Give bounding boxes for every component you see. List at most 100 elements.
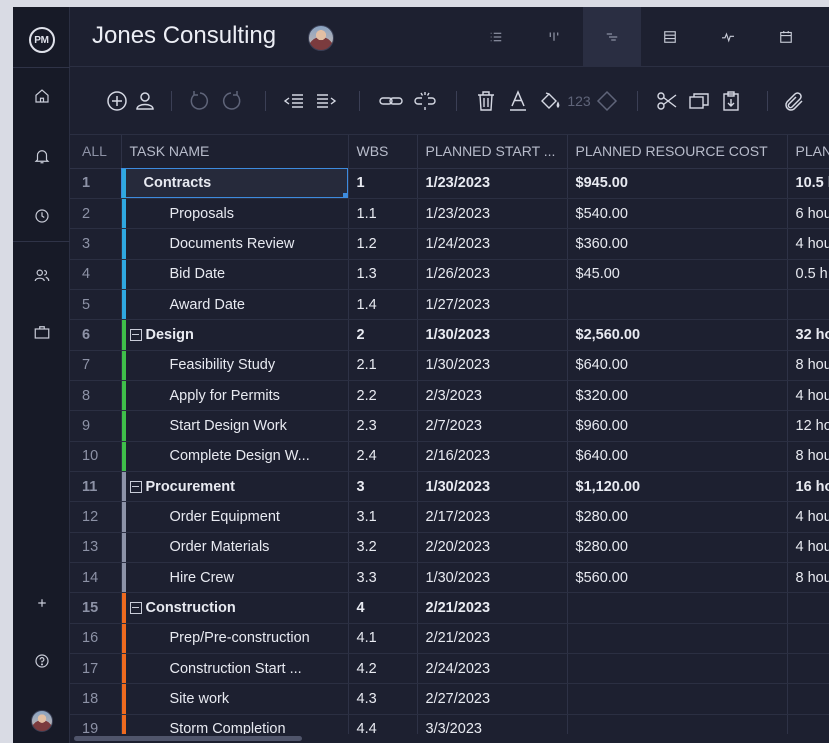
- row-number-cell[interactable]: 7: [70, 350, 122, 381]
- tab-calendar-view[interactable]: [757, 7, 815, 67]
- delete-button[interactable]: [473, 89, 499, 113]
- task-name-cell[interactable]: Order Equipment: [121, 501, 349, 533]
- planned-cost-cell[interactable]: $1,120.00: [567, 471, 788, 503]
- wbs-cell[interactable]: 3.3: [348, 562, 418, 594]
- row-number-cell[interactable]: 15: [70, 592, 122, 624]
- planned-start-cell[interactable]: 2/3/2023: [417, 380, 568, 412]
- planned-cost-cell[interactable]: $640.00: [567, 441, 788, 472]
- unlink-button[interactable]: [410, 89, 440, 113]
- row-number-cell[interactable]: 1: [70, 168, 122, 199]
- task-name-cell[interactable]: Award Date: [121, 289, 349, 321]
- tab-list-view[interactable]: [467, 7, 525, 67]
- planned-hours-cell[interactable]: 12 ho: [787, 410, 829, 442]
- table-row[interactable]: 3 Documents Review 1.2 1/24/2023 $360.00 4 ho…: [70, 228, 829, 260]
- row-number-cell[interactable]: 12: [70, 501, 122, 533]
- planned-start-cell[interactable]: 1/27/2023: [417, 289, 568, 321]
- row-number-cell[interactable]: 10: [70, 441, 122, 472]
- planned-start-cell[interactable]: 1/30/2023: [417, 471, 568, 503]
- planned-cost-cell[interactable]: $945.00: [567, 168, 788, 199]
- planned-start-cell[interactable]: 2/17/2023: [417, 501, 568, 533]
- planned-cost-cell[interactable]: $560.00: [567, 562, 788, 594]
- row-number-cell[interactable]: 6: [70, 319, 122, 351]
- planned-hours-cell[interactable]: 4 hou: [787, 380, 829, 412]
- planned-cost-cell[interactable]: [567, 683, 788, 715]
- task-name-cell[interactable]: Procurement: [121, 471, 349, 503]
- planned-start-cell[interactable]: 1/30/2023: [417, 562, 568, 594]
- planned-start-cell[interactable]: 2/16/2023: [417, 441, 568, 472]
- planned-hours-cell[interactable]: [787, 683, 829, 715]
- page-title[interactable]: Jones Consulting: [92, 22, 276, 50]
- wbs-cell[interactable]: 4.1: [348, 623, 418, 655]
- row-number-cell[interactable]: 16: [70, 623, 122, 655]
- planned-start-cell[interactable]: 1/23/2023: [417, 198, 568, 230]
- wbs-cell[interactable]: 2.1: [348, 350, 418, 381]
- row-number-cell[interactable]: 17: [70, 653, 122, 685]
- planned-cost-cell[interactable]: $280.00: [567, 532, 788, 563]
- row-number-cell[interactable]: 3: [70, 228, 122, 260]
- wbs-cell[interactable]: 1.1: [348, 198, 418, 230]
- planned-hours-cell[interactable]: 8 hou: [787, 350, 829, 381]
- row-number-cell[interactable]: 5: [70, 289, 122, 321]
- outdent-button[interactable]: [281, 89, 307, 113]
- link-button[interactable]: [376, 89, 406, 113]
- collapse-toggle-icon[interactable]: [129, 601, 142, 614]
- assign-user-button[interactable]: [132, 89, 158, 113]
- table-row[interactable]: 2 Proposals 1.1 1/23/2023 $540.00 6 hou: [70, 198, 829, 230]
- fill-color-button[interactable]: [537, 89, 563, 113]
- wbs-cell[interactable]: 3.1: [348, 501, 418, 533]
- planned-cost-cell[interactable]: $280.00: [567, 501, 788, 533]
- scrollbar-thumb[interactable]: [74, 736, 302, 741]
- table-row[interactable]: 8 Apply for Permits 2.2 2/3/2023 $320.00 4 ho…: [70, 380, 829, 412]
- planned-hours-cell[interactable]: 0.5 h: [787, 259, 829, 290]
- table-row[interactable]: 10 Complete Design W... 2.4 2/16/2023 $640.0…: [70, 441, 829, 472]
- task-name-cell[interactable]: Prep/Pre-construction: [121, 623, 349, 655]
- row-number-cell[interactable]: 11: [70, 471, 122, 503]
- sidebar-item-portfolio[interactable]: [13, 312, 70, 352]
- planned-cost-cell[interactable]: $960.00: [567, 410, 788, 442]
- planned-cost-cell[interactable]: $360.00: [567, 228, 788, 260]
- sidebar-item-timesheets[interactable]: [13, 196, 70, 236]
- tab-dashboard-view[interactable]: [699, 7, 757, 67]
- table-row[interactable]: 17 Construction Start ... 4.2 2/24/2023: [70, 653, 829, 685]
- planned-start-cell[interactable]: 2/27/2023: [417, 683, 568, 715]
- planned-cost-cell[interactable]: $320.00: [567, 380, 788, 412]
- planned-start-cell[interactable]: 2/20/2023: [417, 532, 568, 563]
- task-name-cell[interactable]: Documents Review: [121, 228, 349, 260]
- task-name-cell[interactable]: Feasibility Study: [121, 350, 349, 381]
- planned-start-cell[interactable]: 2/21/2023: [417, 623, 568, 655]
- number-format-button[interactable]: 123: [566, 89, 592, 113]
- row-number-cell[interactable]: 2: [70, 198, 122, 230]
- planned-cost-cell[interactable]: $45.00: [567, 259, 788, 290]
- planned-hours-cell[interactable]: [787, 714, 829, 735]
- planned-start-cell[interactable]: 1/23/2023: [417, 168, 568, 199]
- planned-cost-cell[interactable]: [567, 289, 788, 321]
- wbs-cell[interactable]: 1: [348, 168, 418, 199]
- planned-start-cell[interactable]: 1/30/2023: [417, 319, 568, 351]
- planned-cost-cell[interactable]: [567, 623, 788, 655]
- wbs-cell[interactable]: 4.4: [348, 714, 418, 735]
- task-name-cell[interactable]: Site work: [121, 683, 349, 715]
- task-name-cell[interactable]: Design: [121, 319, 349, 351]
- sidebar-item-add[interactable]: [13, 583, 70, 623]
- task-name-cell[interactable]: Bid Date: [121, 259, 349, 290]
- project-owner-avatar[interactable]: [308, 25, 334, 51]
- column-header-task-name[interactable]: TASK NAME: [121, 135, 349, 169]
- row-number-cell[interactable]: 4: [70, 259, 122, 290]
- task-name-cell[interactable]: Construction: [121, 592, 349, 624]
- tab-gantt-view[interactable]: [583, 7, 641, 67]
- task-name-cell[interactable]: Order Materials: [121, 532, 349, 563]
- column-header-planned-hours[interactable]: PLAN: [787, 135, 829, 169]
- task-name-cell[interactable]: Construction Start ...: [121, 653, 349, 685]
- task-name-cell[interactable]: Apply for Permits: [121, 380, 349, 412]
- task-name-cell[interactable]: Proposals: [121, 198, 349, 230]
- row-number-cell[interactable]: 8: [70, 380, 122, 412]
- table-row[interactable]: 5 Award Date 1.4 1/27/2023: [70, 289, 829, 321]
- wbs-cell[interactable]: 4: [348, 592, 418, 624]
- table-row[interactable]: 13 Order Materials 3.2 2/20/2023 $280.00 4 ho…: [70, 532, 829, 563]
- table-row[interactable]: 4 Bid Date 1.3 1/26/2023 $45.00 0.5 h: [70, 259, 829, 290]
- planned-hours-cell[interactable]: 8 hou: [787, 562, 829, 594]
- horizontal-scrollbar[interactable]: [70, 734, 829, 743]
- wbs-cell[interactable]: 4.3: [348, 683, 418, 715]
- row-number-cell[interactable]: 19: [70, 714, 122, 735]
- task-name-cell[interactable]: Storm Completion: [121, 714, 349, 735]
